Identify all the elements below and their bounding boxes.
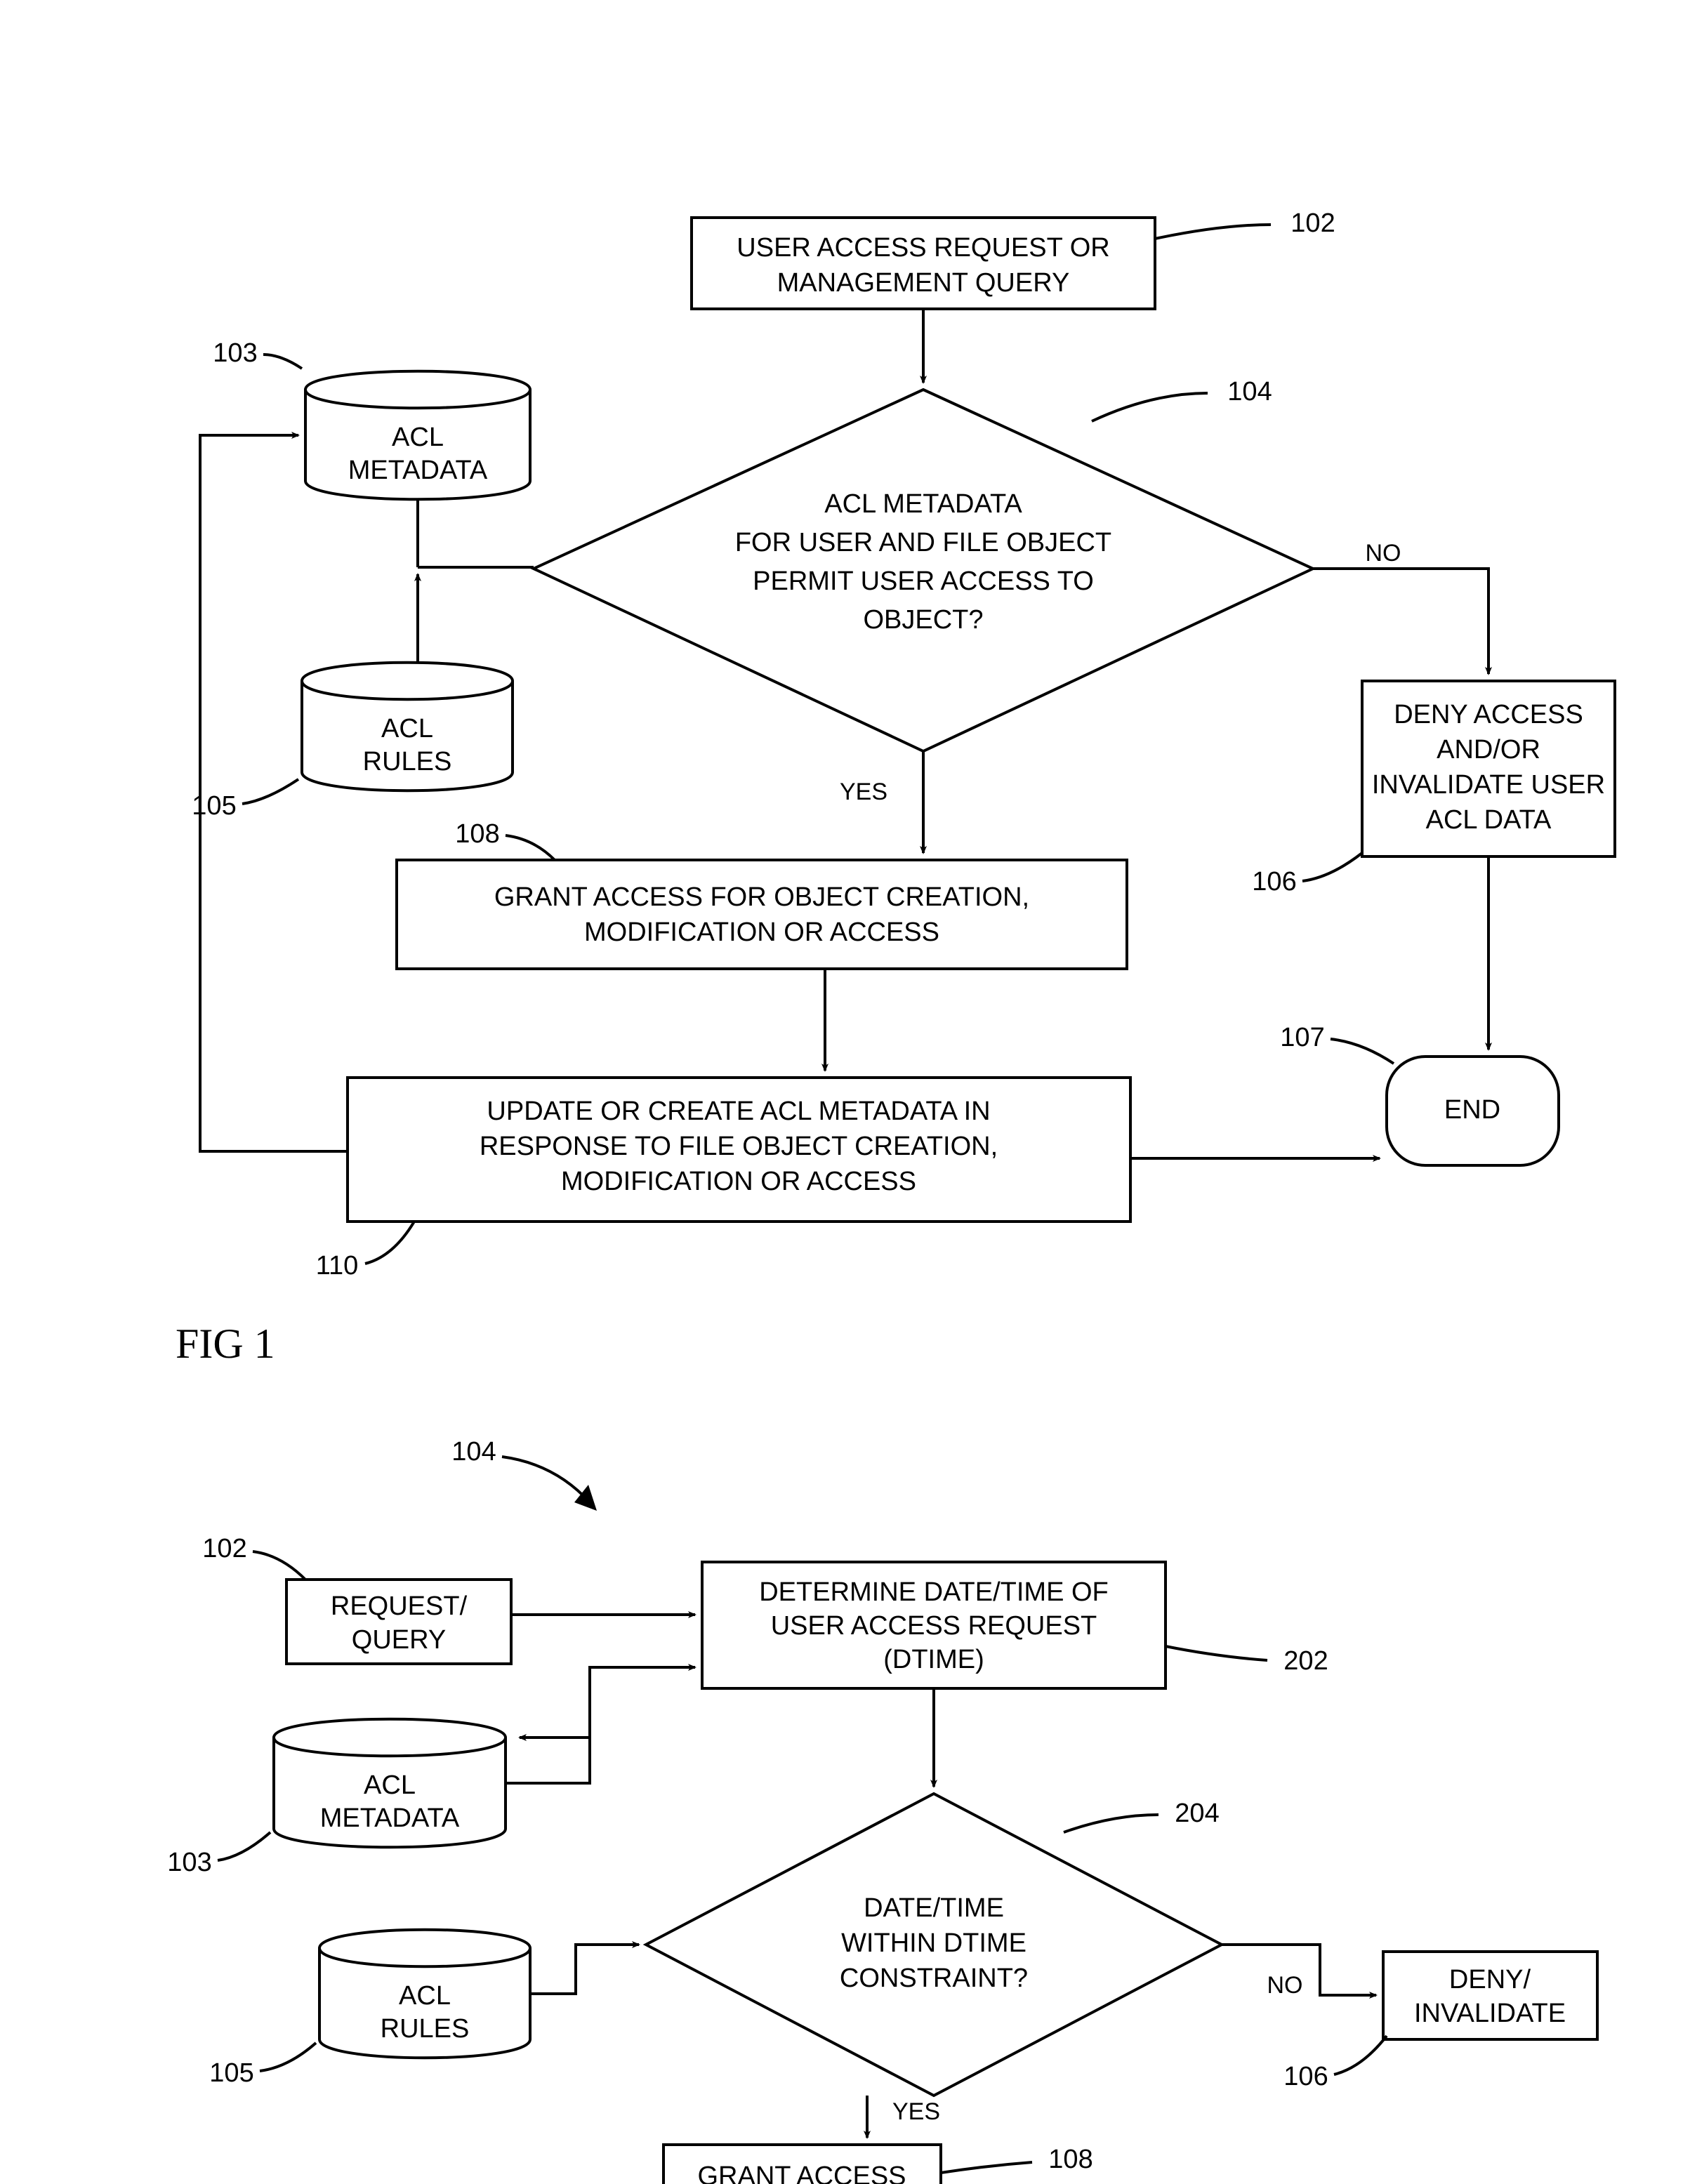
- fig2-edge-yes-label: YES: [892, 2098, 940, 2125]
- ref-103: 103: [213, 338, 257, 368]
- ref-105: 105: [192, 791, 236, 821]
- fig2-node-204-line-2: WITHIN DTIME: [841, 1928, 1026, 1958]
- diagram-canvas: USER ACCESS REQUEST OR MANAGEMENT QUERY …: [0, 0, 1690, 2184]
- fig2-ref-106: 106: [1283, 2062, 1328, 2091]
- fig2-node-103-line-1: ACL: [364, 1771, 416, 1800]
- node-204-dtime-decision: DATE/TIME WITHIN DTIME CONSTRAINT? 204: [646, 1794, 1222, 2096]
- node-103-acl-metadata: ACL METADATA 103: [213, 338, 530, 499]
- ref-110: 110: [316, 1251, 359, 1280]
- ref-108: 108: [455, 819, 499, 849]
- node-107-end: END 107: [1280, 1023, 1559, 1165]
- node-108-line-1: GRANT ACCESS FOR OBJECT CREATION,: [494, 882, 1029, 912]
- fig2-node-102-line-2: QUERY: [352, 1625, 446, 1655]
- node-105-acl-rules: ACL RULES 105: [192, 663, 513, 821]
- fig2-ref-108: 108: [1048, 2145, 1092, 2174]
- node-105-line-2: RULES: [363, 747, 452, 776]
- ref-102: 102: [1290, 209, 1335, 238]
- ref-107: 107: [1280, 1023, 1324, 1052]
- fig2-node-102-line-1: REQUEST/: [331, 1591, 468, 1621]
- node-104-line-4: OBJECT?: [863, 605, 983, 635]
- fig2-ref-204: 204: [1175, 1799, 1219, 1828]
- node-106-line-3: INVALIDATE USER: [1372, 770, 1605, 800]
- edge-no-label: NO: [1366, 540, 1401, 567]
- node-106-line-4: ACL DATA: [1426, 805, 1552, 835]
- fig-1: USER ACCESS REQUEST OR MANAGEMENT QUERY …: [176, 209, 1615, 1367]
- ref-104: 104: [1227, 377, 1272, 406]
- node-105-line-1: ACL: [381, 714, 433, 743]
- node-104-acl-decision: ACL METADATA FOR USER AND FILE OBJECT PE…: [534, 377, 1313, 751]
- fig2-node-105-line-1: ACL: [399, 1981, 451, 2011]
- node-104-line-2: FOR USER AND FILE OBJECT: [735, 528, 1111, 557]
- fig-2: 104 REQUEST/ QUERY 102 DETERMINE DATE/TI…: [167, 1437, 1597, 2184]
- fig2-node-103-line-2: METADATA: [320, 1804, 460, 1833]
- node-110-line-1: UPDATE OR CREATE ACL METADATA IN: [487, 1097, 990, 1126]
- fig1-caption: FIG 1: [176, 1321, 275, 1367]
- node-103-line-2: METADATA: [348, 456, 488, 485]
- node-104-line-3: PERMIT USER ACCESS TO: [753, 567, 1094, 596]
- ref-106: 106: [1252, 867, 1296, 896]
- fig2-ref-104: 104: [451, 1437, 597, 1511]
- node-108-grant-access-fig2: GRANT ACCESS 108: [664, 2145, 1093, 2184]
- fig2-node-106-line-2: INVALIDATE: [1414, 1999, 1566, 2028]
- node-106-line-1: DENY ACCESS: [1394, 700, 1583, 729]
- node-108-line-2: MODIFICATION OR ACCESS: [584, 918, 939, 947]
- fig2-node-106-line-1: DENY/: [1449, 1965, 1531, 1994]
- node-104-line-1: ACL METADATA: [824, 489, 1022, 519]
- fig2-ref-202: 202: [1283, 1646, 1328, 1676]
- node-110-line-3: MODIFICATION OR ACCESS: [561, 1167, 916, 1196]
- node-103-line-1: ACL: [392, 423, 444, 452]
- ref-104-fig2: 104: [451, 1437, 496, 1467]
- node-106-line-2: AND/OR: [1437, 735, 1540, 765]
- node-108-grant-access: GRANT ACCESS FOR OBJECT CREATION, MODIFI…: [397, 819, 1127, 969]
- node-202-determine-dtime: DETERMINE DATE/TIME OF USER ACCESS REQUE…: [702, 1562, 1328, 1688]
- fig2-edge-no-label: NO: [1267, 1972, 1303, 1999]
- edge-yes-label: YES: [840, 779, 887, 805]
- fig2-node-108-line-1: GRANT ACCESS: [697, 2162, 906, 2184]
- fig2-ref-105: 105: [209, 2058, 253, 2088]
- node-107-line-1: END: [1444, 1095, 1500, 1125]
- fig2-node-105-line-2: RULES: [381, 2014, 470, 2044]
- node-102-line-1: USER ACCESS REQUEST OR: [737, 233, 1109, 263]
- fig2-node-204-line-1: DATE/TIME: [864, 1893, 1004, 1923]
- node-110-line-2: RESPONSE TO FILE OBJECT CREATION,: [480, 1132, 998, 1161]
- fig2-node-202-line-2: USER ACCESS REQUEST: [771, 1611, 1097, 1641]
- node-103-acl-metadata-fig2: ACL METADATA 103: [167, 1719, 506, 1877]
- node-102-line-2: MANAGEMENT QUERY: [777, 268, 1070, 298]
- node-105-acl-rules-fig2: ACL RULES 105: [209, 1930, 530, 2088]
- node-106-deny-invalidate: DENY/ INVALIDATE 106: [1283, 1952, 1597, 2091]
- node-106-deny-access: DENY ACCESS AND/OR INVALIDATE USER ACL D…: [1252, 681, 1615, 896]
- node-102-request-query: REQUEST/ QUERY 102: [202, 1534, 511, 1664]
- fig2-ref-102: 102: [202, 1534, 246, 1563]
- node-102-user-access-request: USER ACCESS REQUEST OR MANAGEMENT QUERY …: [692, 209, 1335, 309]
- fig2-ref-103: 103: [167, 1848, 211, 1877]
- fig2-node-204-line-3: CONSTRAINT?: [840, 1964, 1028, 1993]
- node-110-update-create: UPDATE OR CREATE ACL METADATA IN RESPONS…: [316, 1078, 1130, 1280]
- fig2-node-202-line-3: (DTIME): [883, 1645, 984, 1674]
- fig2-node-202-line-1: DETERMINE DATE/TIME OF: [759, 1577, 1109, 1607]
